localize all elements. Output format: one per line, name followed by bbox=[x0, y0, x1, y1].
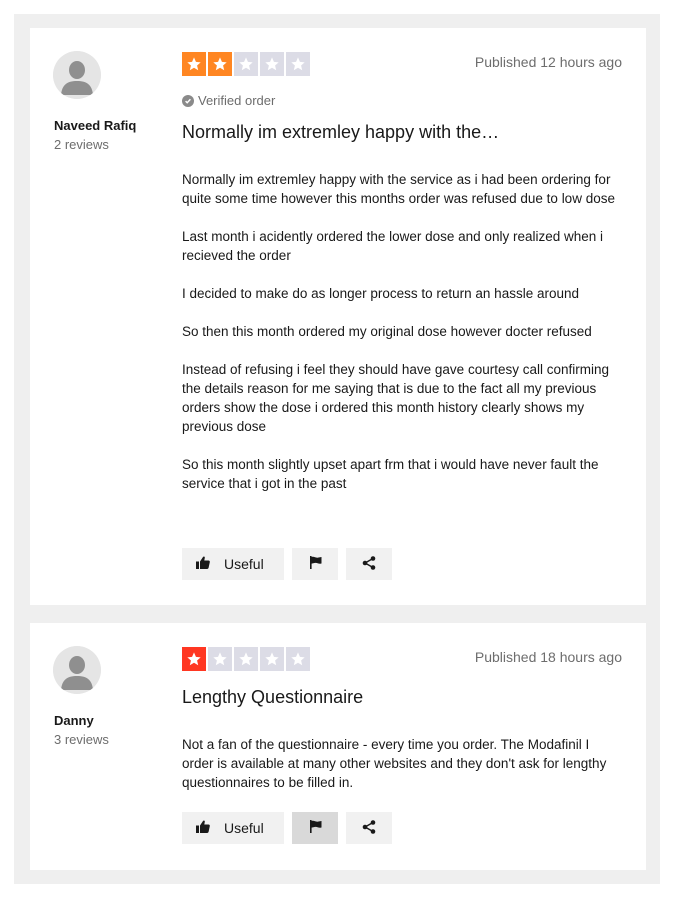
review-paragraph: Instead of refusing i feel they should h… bbox=[182, 362, 609, 434]
review-title[interactable]: Lengthy Questionnaire bbox=[182, 687, 363, 708]
share-icon bbox=[362, 555, 376, 573]
star-icon bbox=[182, 52, 206, 76]
star-empty-icon bbox=[260, 52, 284, 76]
user-silhouette-icon[interactable] bbox=[53, 51, 101, 99]
star-empty-icon bbox=[234, 647, 258, 671]
review-paragraph: Last month i acidently ordered the lower… bbox=[182, 229, 603, 263]
verified-badge: Verified order bbox=[182, 93, 275, 108]
author-review-count: 2 reviews bbox=[54, 137, 109, 152]
review-card: Danny 3 reviews Published 18 hours ago L… bbox=[30, 623, 646, 870]
author-name[interactable]: Danny bbox=[54, 713, 94, 728]
star-icon bbox=[182, 647, 206, 671]
useful-button[interactable]: Useful bbox=[182, 548, 284, 580]
review-paragraph: I decided to make do as longer process t… bbox=[182, 286, 579, 301]
review-paragraph: Normally im extremley happy with the ser… bbox=[182, 172, 615, 206]
author-review-count: 3 reviews bbox=[54, 732, 109, 747]
user-silhouette-icon[interactable] bbox=[53, 646, 101, 694]
star-icon bbox=[208, 52, 232, 76]
reviews-list: Naveed Rafiq 2 reviews Published 12 hour… bbox=[14, 14, 660, 884]
check-circle-icon bbox=[182, 94, 194, 107]
published-date: Published 12 hours ago bbox=[474, 54, 622, 70]
review-body: Normally im extremley happy with the ser… bbox=[182, 170, 622, 493]
flag-button[interactable] bbox=[292, 812, 338, 844]
useful-button[interactable]: Useful bbox=[182, 812, 284, 844]
useful-label: Useful bbox=[224, 556, 264, 572]
review-paragraph: So then this month ordered my original d… bbox=[182, 324, 592, 339]
star-empty-icon bbox=[286, 52, 310, 76]
star-empty-icon bbox=[234, 52, 258, 76]
published-date: Published 18 hours ago bbox=[474, 649, 622, 665]
author-name[interactable]: Naveed Rafiq bbox=[54, 118, 136, 133]
star-empty-icon bbox=[208, 647, 232, 671]
share-icon bbox=[362, 819, 376, 837]
review-paragraph: Not a fan of the questionnaire - every t… bbox=[182, 737, 607, 790]
review-actions: Useful bbox=[182, 812, 392, 844]
share-button[interactable] bbox=[346, 812, 392, 844]
star-empty-icon bbox=[286, 647, 310, 671]
verified-label: Verified order bbox=[198, 93, 276, 108]
thumbs-up-icon bbox=[196, 556, 210, 572]
review-title[interactable]: Normally im extremley happy with the… bbox=[182, 122, 499, 143]
flag-icon bbox=[309, 820, 322, 836]
share-button[interactable] bbox=[346, 548, 392, 580]
flag-button[interactable] bbox=[292, 548, 338, 580]
star-rating bbox=[182, 647, 310, 671]
review-actions: Useful bbox=[182, 548, 392, 580]
flag-icon bbox=[309, 556, 322, 572]
star-empty-icon bbox=[260, 647, 284, 671]
review-paragraph: So this month slightly upset apart frm t… bbox=[182, 457, 599, 491]
review-body: Not a fan of the questionnaire - every t… bbox=[182, 735, 622, 792]
useful-label: Useful bbox=[224, 820, 264, 836]
star-rating bbox=[182, 52, 310, 76]
thumbs-up-icon bbox=[196, 820, 210, 836]
review-card: Naveed Rafiq 2 reviews Published 12 hour… bbox=[30, 28, 646, 605]
